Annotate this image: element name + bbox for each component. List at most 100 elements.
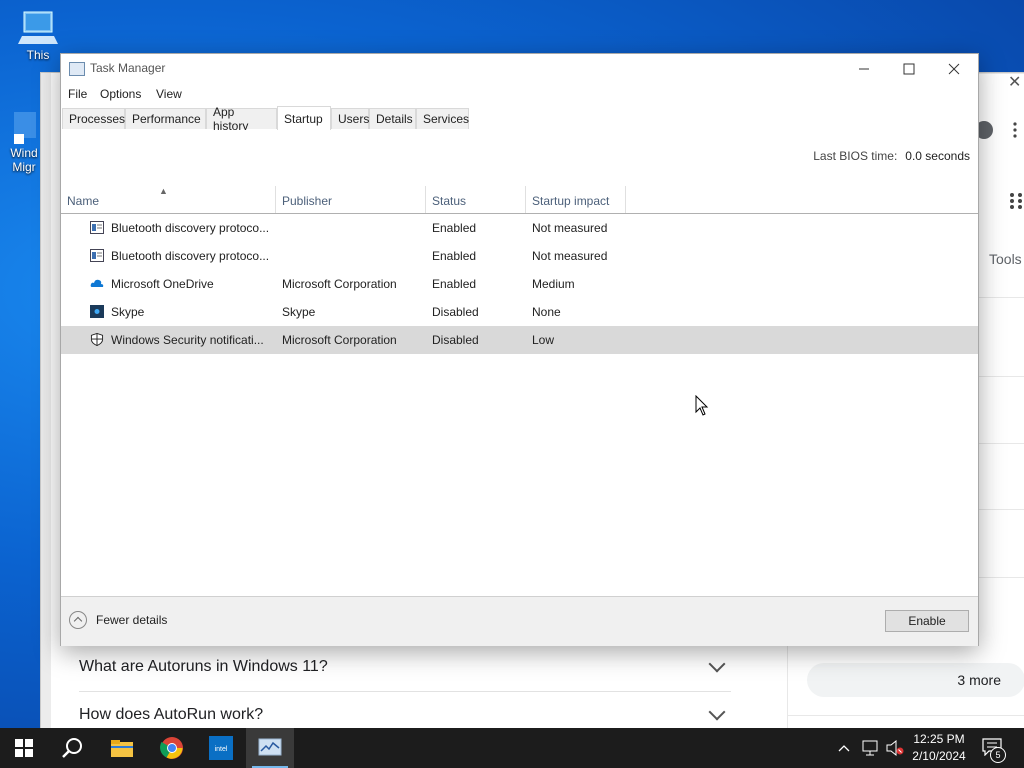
- menu-file[interactable]: File: [68, 87, 87, 101]
- tab-bar: Processes Performance App history Startu…: [61, 105, 978, 133]
- row-publisher: [282, 242, 422, 270]
- column-label: Startup impact: [532, 194, 610, 208]
- network-icon: [862, 740, 878, 756]
- file-explorer-button[interactable]: [98, 728, 146, 768]
- row-name: Windows Security notificati...: [111, 333, 264, 347]
- table-row[interactable]: Microsoft OneDrive Microsoft Corporation…: [61, 270, 978, 298]
- tab-details[interactable]: Details: [369, 108, 416, 129]
- intel-button[interactable]: intel: [197, 728, 245, 768]
- row-impact: Not measured: [532, 221, 608, 235]
- volume-tray[interactable]: [886, 728, 904, 768]
- bios-time: Last BIOS time: 0.0 seconds: [813, 149, 970, 163]
- windows-security-icon: [90, 333, 104, 346]
- apps-grid-icon[interactable]: [1008, 192, 1024, 215]
- task-manager-window: Task Manager File Options View Processes…: [60, 53, 979, 646]
- row-name: Bluetooth discovery protoco...: [111, 221, 270, 235]
- skype-icon: [90, 305, 104, 318]
- enable-button[interactable]: Enable: [885, 610, 969, 632]
- window-title: Task Manager: [90, 61, 166, 75]
- table-row-selected[interactable]: Windows Security notificati... Microsoft…: [61, 326, 978, 354]
- desktop-icon-migration[interactable]: Wind Migr: [4, 108, 44, 174]
- table-header: ▲ Name Publisher Status Startup impact: [61, 186, 978, 214]
- browser-left-edge: [41, 73, 51, 729]
- tab-users[interactable]: Users: [331, 108, 369, 129]
- tools-label[interactable]: Tools: [989, 251, 1022, 267]
- windows-migration-icon: [4, 108, 44, 144]
- row-name: Bluetooth discovery protoco...: [111, 249, 270, 263]
- menu-view[interactable]: View: [156, 87, 182, 101]
- more-label: 3 more: [957, 672, 1001, 688]
- more-vert-icon[interactable]: [1013, 122, 1017, 138]
- row-publisher: Microsoft Corporation: [282, 277, 397, 291]
- minimize-icon: [859, 68, 869, 70]
- more-chips-button[interactable]: 3 more: [807, 663, 1024, 697]
- taskbar: intel 12:25 PM 2/10/2024 5: [0, 728, 1024, 768]
- fewer-details-label: Fewer details: [96, 613, 168, 627]
- table-row[interactable]: Bluetooth discovery protoco... Enabled N…: [61, 242, 978, 270]
- row-impact: Not measured: [532, 249, 608, 263]
- tab-processes[interactable]: Processes: [62, 108, 125, 129]
- table-row[interactable]: Bluetooth discovery protoco... Enabled N…: [61, 214, 978, 242]
- tab-app-history[interactable]: App history: [206, 105, 277, 133]
- volume-muted-icon: [886, 740, 904, 756]
- close-icon: [948, 63, 960, 75]
- chrome-button[interactable]: [148, 728, 196, 768]
- startup-panel: Last BIOS time: 0.0 seconds ▲ Name Publis…: [61, 130, 978, 596]
- network-tray[interactable]: [862, 728, 880, 768]
- bios-time-label: Last BIOS time:: [813, 149, 898, 163]
- faq-question: What are Autoruns in Windows 11?: [79, 658, 328, 675]
- notification-count-badge: 5: [990, 747, 1006, 763]
- footer-bar: Fewer details Enable: [61, 596, 978, 646]
- tab-services[interactable]: Services: [416, 108, 469, 129]
- chevron-up-icon: [838, 745, 850, 752]
- column-header-publisher[interactable]: Publisher: [276, 186, 426, 213]
- task-manager-icon: [69, 62, 85, 76]
- bios-time-value: 0.0 seconds: [905, 149, 970, 163]
- title-bar[interactable]: Task Manager: [61, 54, 978, 84]
- row-status: Enabled: [432, 221, 477, 235]
- close-button[interactable]: [931, 54, 977, 84]
- clock-date: 2/10/2024: [912, 749, 966, 763]
- clock[interactable]: 12:25 PM 2/10/2024: [906, 731, 972, 765]
- bluetooth-app-icon: [90, 249, 104, 262]
- task-manager-button[interactable]: [246, 728, 294, 768]
- row-impact: None: [532, 305, 561, 319]
- menu-bar: File Options View: [61, 84, 978, 106]
- tab-performance[interactable]: Performance: [125, 108, 206, 129]
- column-label: Status: [432, 194, 467, 208]
- column-header-status[interactable]: Status: [426, 186, 526, 213]
- computer-icon: [18, 10, 58, 46]
- faq-item[interactable]: What are Autoruns in Windows 11?: [79, 643, 731, 692]
- mouse-cursor-icon: [695, 395, 709, 416]
- column-header-name[interactable]: ▲ Name: [61, 186, 276, 213]
- chevron-down-icon: [708, 703, 726, 721]
- menu-options[interactable]: Options: [100, 87, 141, 101]
- clock-time: 12:25 PM: [913, 732, 965, 746]
- row-status: Disabled: [432, 305, 479, 319]
- chevron-down-icon: [708, 655, 726, 673]
- row-publisher: [282, 214, 422, 242]
- maximize-icon: [903, 63, 915, 75]
- row-name: Microsoft OneDrive: [111, 277, 214, 291]
- onedrive-icon: [90, 279, 104, 287]
- tab-startup[interactable]: Startup: [277, 106, 331, 131]
- column-header-startup-impact[interactable]: Startup impact: [526, 186, 626, 213]
- svg-text:intel: intel: [215, 746, 228, 753]
- maximize-button[interactable]: [886, 54, 932, 84]
- browser-close-icon[interactable]: ✕: [1008, 72, 1021, 92]
- column-label: Name: [67, 194, 100, 208]
- minimize-button[interactable]: [841, 54, 887, 84]
- sort-ascending-icon: ▲: [159, 186, 168, 196]
- search-icon: [62, 738, 82, 758]
- start-button[interactable]: [0, 728, 48, 768]
- row-publisher: Skype: [282, 305, 316, 319]
- desktop-icon-this-pc[interactable]: This: [8, 10, 68, 62]
- row-publisher: Microsoft Corporation: [282, 333, 397, 347]
- show-hidden-icons[interactable]: [838, 728, 850, 768]
- fewer-details-toggle[interactable]: Fewer details: [69, 611, 167, 629]
- desktop-icon-label: This: [26, 48, 50, 62]
- search-button[interactable]: [48, 728, 96, 768]
- table-row[interactable]: Skype Skype Disabled None: [61, 298, 978, 326]
- row-status: Enabled: [432, 277, 477, 291]
- desktop-icon-label: Wind Migr: [10, 146, 38, 174]
